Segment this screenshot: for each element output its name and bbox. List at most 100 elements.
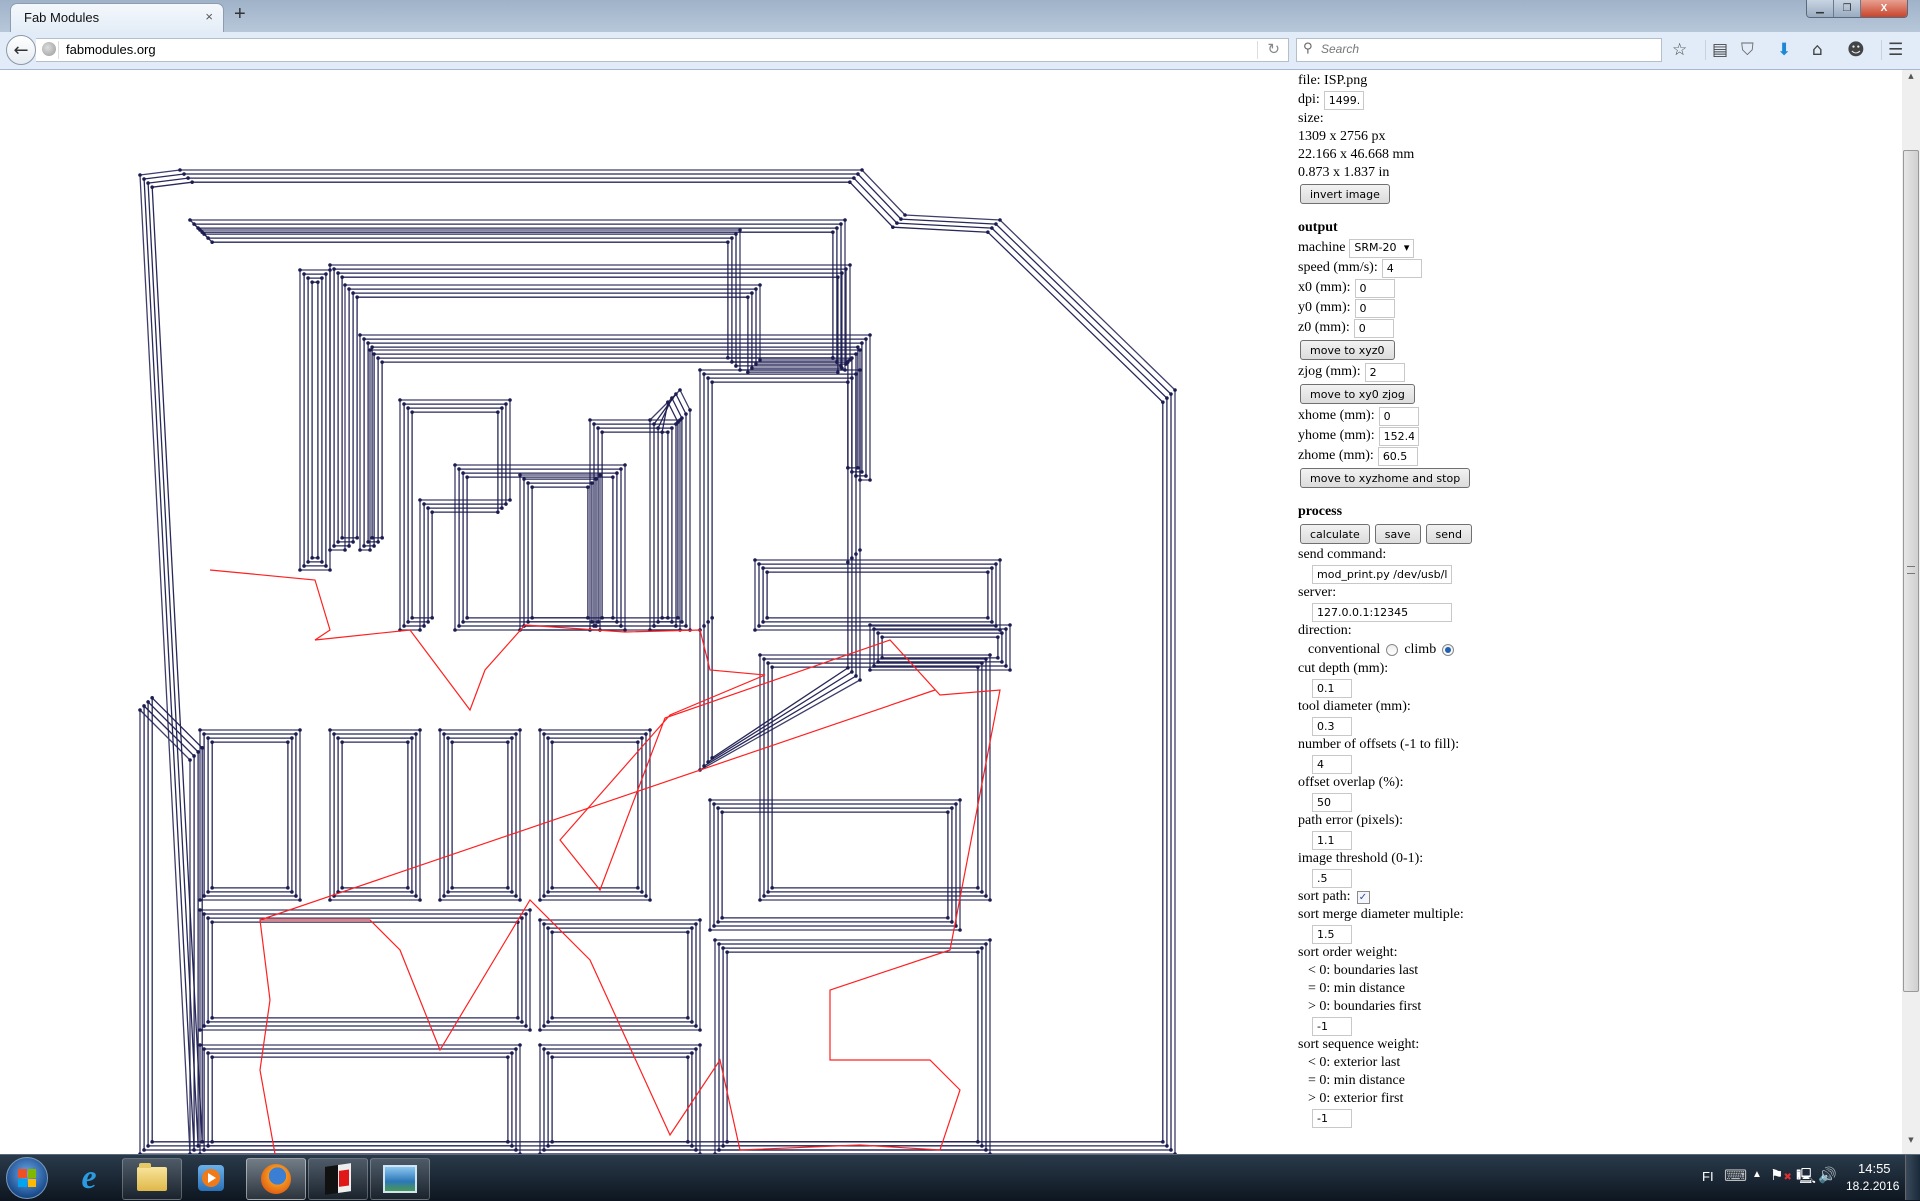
site-identity-globe-icon[interactable]	[42, 42, 56, 56]
url-bar[interactable]: fabmodules.org ↻	[36, 38, 1289, 62]
clock-time[interactable]: 14:55	[1858, 1161, 1891, 1176]
path-vertex-marker	[542, 1024, 546, 1028]
menu-icon[interactable]: ☰	[1881, 40, 1903, 60]
path-vertex-marker	[770, 665, 774, 669]
cut-depth-input[interactable]	[1312, 678, 1352, 698]
clock-date[interactable]: 18.2.2016	[1846, 1179, 1899, 1193]
path-vertex-marker	[522, 477, 526, 481]
y0-row: y0 (mm):	[1298, 298, 1718, 318]
path-vertex-marker	[200, 746, 204, 750]
zhome-input[interactable]	[1377, 446, 1418, 466]
x0-input[interactable]	[1354, 278, 1395, 298]
taskbar-photo-viewer[interactable]	[370, 1158, 430, 1200]
tool-diameter-input[interactable]	[1312, 716, 1352, 736]
path-vertex-marker	[294, 894, 298, 898]
move-to-xyz0-button[interactable]: move to xyz0	[1300, 340, 1395, 360]
move-to-xy0-zjog-button[interactable]: move to xy0 zjog	[1300, 384, 1415, 404]
speed-row: speed (mm/s):	[1298, 258, 1718, 278]
path-vertex-marker	[880, 635, 884, 639]
offsets-input[interactable]	[1312, 754, 1352, 774]
zjog-input[interactable]	[1364, 362, 1405, 382]
send-command-input[interactable]	[1312, 564, 1452, 584]
yhome-input[interactable]	[1378, 426, 1419, 446]
search-bar[interactable]: ⚲ Search	[1296, 38, 1662, 62]
cut-path-offset	[758, 563, 997, 627]
cut-path-offset	[196, 227, 838, 363]
back-button[interactable]: ←	[6, 35, 36, 65]
path-vertex-marker	[988, 938, 992, 942]
path-vertex-marker	[518, 1043, 522, 1047]
cut-path-offset	[203, 733, 297, 897]
dpi-input[interactable]	[1323, 90, 1364, 110]
sort-order-input[interactable]	[1312, 1016, 1352, 1036]
reload-icon[interactable]: ↻	[1267, 40, 1280, 58]
path-vertex-marker	[450, 886, 454, 890]
network-icon[interactable]: 🖳	[1796, 1166, 1816, 1191]
tab-close-icon[interactable]: ×	[205, 9, 213, 24]
threshold-input[interactable]	[1312, 868, 1352, 888]
climb-radio[interactable]	[1442, 644, 1455, 656]
conventional-radio[interactable]	[1386, 644, 1399, 656]
path-vertex-marker	[757, 562, 761, 566]
pocket-icon[interactable]: ⛉	[1741, 40, 1754, 60]
overlap-input[interactable]	[1312, 792, 1352, 812]
scrollbar-thumb[interactable]	[1903, 150, 1919, 992]
sort-seq-input[interactable]	[1312, 1108, 1352, 1128]
downloads-icon[interactable]: ⬇	[1777, 40, 1791, 60]
keyboard-icon[interactable]: ⌨	[1724, 1166, 1747, 1186]
vertical-scrollbar[interactable]: ▲ ▼	[1902, 70, 1920, 1154]
path-vertex-marker	[550, 1055, 554, 1059]
xhome-input[interactable]	[1378, 406, 1419, 426]
file-label: file:	[1298, 73, 1321, 88]
cut-path-offset	[211, 1056, 509, 1143]
reading-list-icon[interactable]: ▤	[1705, 40, 1728, 60]
sort-path-checkbox[interactable]: ✓	[1356, 890, 1370, 904]
search-input[interactable]: Search	[1321, 42, 1359, 56]
send-button[interactable]: send	[1425, 524, 1472, 544]
show-desktop-button[interactable]	[1905, 1155, 1920, 1200]
path-vertex-marker	[596, 620, 600, 624]
machine-select[interactable]: SRM-20 ▾	[1349, 238, 1415, 258]
move-to-xyzhome-and-stop-button[interactable]: move to xyzhome and stop	[1300, 468, 1471, 488]
bookmark-star-icon[interactable]: ☆	[1672, 40, 1687, 60]
cut-path-offset	[359, 334, 871, 551]
calculate-button[interactable]: calculate	[1300, 524, 1370, 544]
tab-fab-modules[interactable]: Fab Modules ×	[10, 3, 224, 33]
path-vertex-marker	[831, 230, 835, 234]
sort-merge-input[interactable]	[1312, 924, 1352, 944]
maximize-button[interactable]: ❐	[1834, 0, 1861, 17]
server-input[interactable]	[1312, 602, 1452, 622]
speed-input[interactable]	[1381, 258, 1422, 278]
taskbar-windows-explorer[interactable]	[122, 1158, 182, 1200]
path-vertex-marker	[660, 430, 664, 434]
url-text[interactable]: fabmodules.org	[66, 42, 156, 57]
minimize-button[interactable]: ▁	[1807, 0, 1834, 17]
volume-icon[interactable]: 🔊	[1818, 1166, 1837, 1184]
path-vertex-marker	[362, 544, 366, 548]
start-button[interactable]	[6, 1157, 48, 1199]
path-vertex-marker	[320, 276, 324, 280]
new-tab-button[interactable]: +	[234, 3, 246, 26]
path-vertex-marker	[438, 728, 442, 732]
path-vertex-marker	[852, 176, 856, 180]
invert-image-button[interactable]: invert image	[1300, 184, 1390, 204]
language-indicator[interactable]: FI	[1702, 1169, 1714, 1184]
path-error-input[interactable]	[1312, 830, 1352, 850]
close-window-button[interactable]: X	[1861, 0, 1907, 17]
taskbar-internet-explorer[interactable]: e	[60, 1158, 118, 1198]
home-icon[interactable]: ⌂	[1812, 40, 1823, 60]
save-button[interactable]: save	[1374, 524, 1421, 544]
show-hidden-icons-arrow[interactable]: ▲	[1752, 1169, 1762, 1180]
scroll-down-arrow-icon[interactable]: ▼	[1902, 1136, 1920, 1152]
y0-input[interactable]	[1354, 298, 1395, 318]
hello-chat-icon[interactable]: ☻	[1847, 40, 1865, 60]
taskbar-fab-modules-app[interactable]	[308, 1158, 368, 1200]
z0-input[interactable]	[1353, 318, 1394, 338]
taskbar-media-player[interactable]	[182, 1158, 240, 1198]
taskbar-firefox[interactable]	[246, 1158, 306, 1200]
scroll-up-arrow-icon[interactable]: ▲	[1902, 72, 1920, 88]
action-center-flag-icon[interactable]: ⚑✖	[1770, 1166, 1792, 1184]
path-vertex-marker	[976, 1140, 980, 1144]
path-vertex-marker	[998, 558, 1002, 562]
path-vertex-marker	[542, 922, 546, 926]
